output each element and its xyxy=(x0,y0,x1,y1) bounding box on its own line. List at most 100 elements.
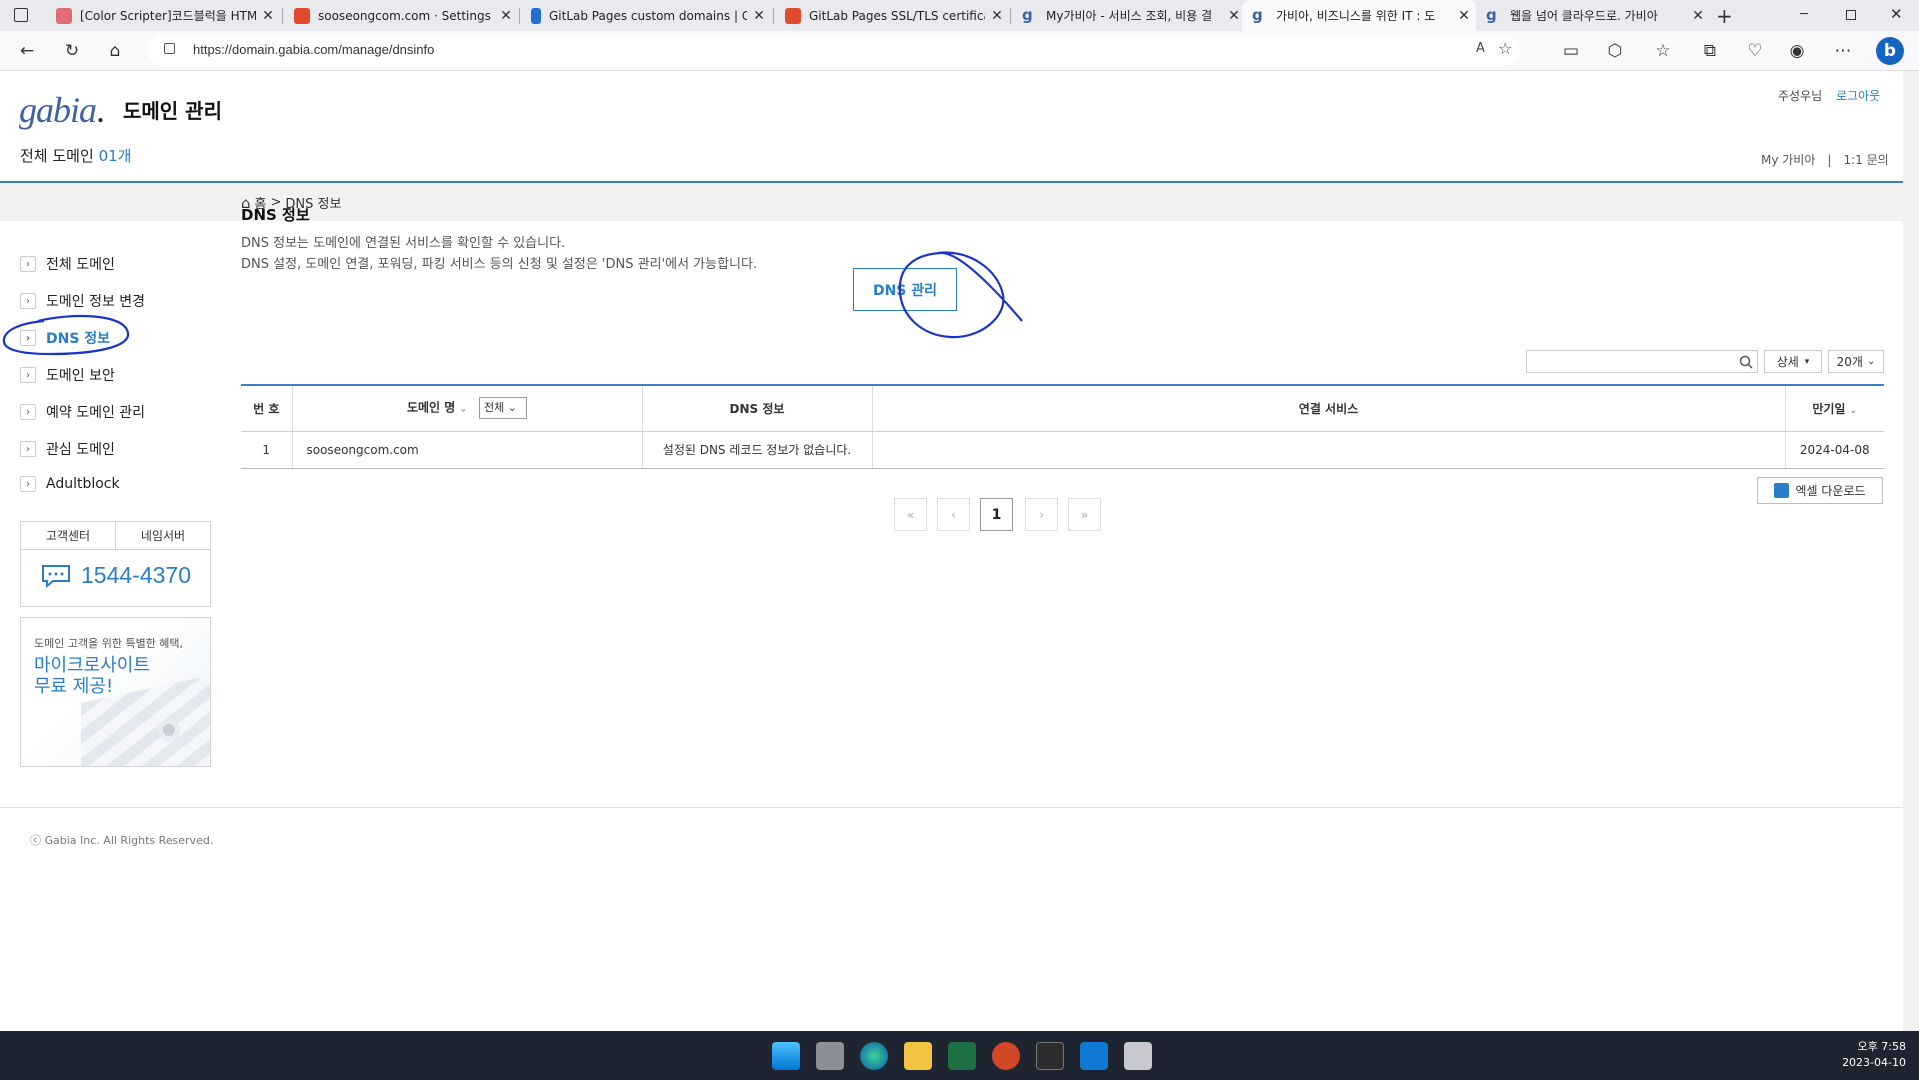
sidebar-item-adultblock[interactable]: › Adultblock xyxy=(20,476,120,492)
browser-tab-5[interactable]: g My가비아 - 서비스 조회, 비용 결 ✕ xyxy=(1012,0,1246,31)
tab-title: My가비아 - 서비스 조회, 비용 결 xyxy=(1046,9,1213,23)
inquiry-link[interactable]: 1:1 문의 xyxy=(1843,153,1888,167)
sidebar-item-domain-security[interactable]: › 도메인 보안 xyxy=(20,365,115,385)
last-page-button[interactable]: » xyxy=(1068,498,1101,531)
powerpoint-icon[interactable] xyxy=(992,1042,1020,1070)
browser-tab-2[interactable]: sooseongcom.com · Settings · 도 ✕ xyxy=(284,0,518,31)
browser-tab-1[interactable]: [Color Scripter]코드블럭을 HTML ✕ xyxy=(46,0,280,31)
close-tab-icon[interactable]: ✕ xyxy=(256,8,280,24)
row-linked-service xyxy=(871,431,1785,469)
extensions-icon[interactable]: ⬡ xyxy=(1602,38,1628,64)
annotation-circle-sidebar xyxy=(2,314,130,356)
total-domains: 전체 도메인 01개 xyxy=(20,145,131,166)
snipping-tool-icon[interactable] xyxy=(1124,1042,1152,1070)
tab-title: 웹을 넘어 클라우드로. 가비아 xyxy=(1510,9,1658,23)
terminal-icon[interactable] xyxy=(1036,1042,1064,1070)
excel-download-label: 엑셀 다운로드 xyxy=(1795,484,1866,498)
col-domain[interactable]: 도메인 명 ⌄ 전체 ⌄ xyxy=(291,384,642,432)
domain-filter-select[interactable]: 전체 ⌄ xyxy=(479,397,528,420)
edge-icon[interactable] xyxy=(860,1042,888,1070)
total-count[interactable]: 01개 xyxy=(99,147,132,165)
tab-title: sooseongcom.com · Settings · 도 xyxy=(318,9,494,23)
close-tab-icon[interactable]: ✕ xyxy=(985,8,1009,24)
file-explorer-icon[interactable] xyxy=(904,1042,932,1070)
sidebar-item-label: 예약 도메인 관리 xyxy=(46,405,146,421)
annotation-circle-dns-button xyxy=(898,251,1023,339)
new-tab-icon[interactable]: + xyxy=(1716,4,1733,28)
browser-tab-6-active[interactable]: g 가비아, 비즈니스를 위한 IT : 도 ✕ xyxy=(1242,0,1476,31)
logo-dot: . xyxy=(96,90,105,130)
search-button[interactable] xyxy=(1734,350,1758,373)
page-number-current[interactable]: 1 xyxy=(980,498,1013,531)
row-expiry: 2024-04-08 xyxy=(1784,431,1884,469)
disc-icon xyxy=(158,719,180,741)
address-bar[interactable]: https://domain.gabia.com/manage/dnsinfo … xyxy=(148,36,1520,66)
next-page-button[interactable]: › xyxy=(1025,498,1058,531)
collections-icon[interactable]: ▭ xyxy=(1558,38,1584,64)
detail-label: 상세 xyxy=(1776,355,1799,369)
gabia-logo[interactable]: gabia. xyxy=(19,89,105,131)
more-menu-icon[interactable]: ⋯ xyxy=(1830,38,1856,64)
minimize-icon[interactable]: ─ xyxy=(1800,7,1808,22)
task-view-icon[interactable] xyxy=(816,1042,844,1070)
col-expiry[interactable]: 만기일 ⌄ xyxy=(1784,384,1884,432)
table-row[interactable]: 1 sooseongcom.com 설정된 DNS 레코드 정보가 없습니다. … xyxy=(241,431,1884,469)
microsite-banner[interactable]: 도메인 고객을 위한 특별한 혜택, 마이크로사이트 무료 제공! xyxy=(20,617,211,767)
banner-line-2: 무료 제공! xyxy=(34,676,114,697)
browser-tab-7[interactable]: g 웹을 넘어 클라우드로. 가비아 ✕ xyxy=(1476,0,1710,31)
url-text: https://domain.gabia.com/manage/dnsinfo xyxy=(193,42,435,57)
vertical-scrollbar[interactable] xyxy=(1903,71,1919,1031)
chevron-down-icon: ⌄ xyxy=(1866,356,1876,367)
tab-customer-center[interactable]: 고객센터 xyxy=(21,522,115,549)
close-tab-icon[interactable]: ✕ xyxy=(1686,8,1710,24)
row-domain[interactable]: sooseongcom.com xyxy=(291,431,642,469)
row-dns-info: 설정된 DNS 레코드 정보가 없습니다. xyxy=(641,431,872,469)
back-icon[interactable]: ← xyxy=(14,38,40,64)
detail-dropdown[interactable]: 상세 ▾ xyxy=(1764,350,1822,373)
per-page-select[interactable]: 20개 ⌄ xyxy=(1828,350,1884,373)
user-name: 주성우님 xyxy=(1778,89,1823,103)
chevron-right-icon: › xyxy=(20,476,36,492)
tab-title: 가비아, 비즈니스를 위한 IT : 도 xyxy=(1276,9,1436,23)
browser-essentials-icon[interactable]: ♡ xyxy=(1742,38,1768,64)
tabs-collections-icon[interactable]: ⧉ xyxy=(1697,38,1723,64)
system-clock[interactable]: 오후 7:58 2023-04-10 xyxy=(1830,1039,1906,1071)
excel-icon[interactable] xyxy=(948,1042,976,1070)
logout-link[interactable]: 로그아웃 xyxy=(1836,87,1880,104)
restore-icon[interactable] xyxy=(1846,10,1856,20)
tab-title: GitLab Pages custom domains | G xyxy=(549,8,747,23)
sidebar-item-watch-domains[interactable]: › 관심 도메인 xyxy=(20,439,115,459)
close-tab-icon[interactable]: ✕ xyxy=(747,8,771,24)
home-icon[interactable]: ⌂ xyxy=(102,38,128,64)
my-gabia-link[interactable]: My 가비아 xyxy=(1761,153,1815,167)
browser-tab-4[interactable]: GitLab Pages SSL/TLS certificate ✕ xyxy=(775,0,1009,31)
sidebar-item-reserved-domains[interactable]: › 예약 도메인 관리 xyxy=(20,402,145,422)
sidebar-item-all-domains[interactable]: › 전체 도메인 xyxy=(20,254,115,274)
vscode-icon[interactable] xyxy=(1080,1042,1108,1070)
service-title: 도메인 관리 xyxy=(123,99,222,123)
first-page-button[interactable]: « xyxy=(894,498,927,531)
excel-download-button[interactable]: 엑셀 다운로드 xyxy=(1757,477,1883,504)
chevron-right-icon: › xyxy=(20,404,36,420)
bing-chat-icon[interactable]: b xyxy=(1876,37,1904,65)
search-input[interactable] xyxy=(1526,350,1758,373)
page-title: DNS 정보 xyxy=(241,206,310,224)
profile-icon[interactable]: ◉ xyxy=(1784,38,1810,64)
prev-page-button[interactable]: ‹ xyxy=(937,498,970,531)
read-aloud-icon[interactable]: A xyxy=(1476,41,1485,56)
copyright: ⓒ Gabia Inc. All Rights Reserved. xyxy=(30,834,214,847)
browser-tab-3[interactable]: GitLab Pages custom domains | G ✕ xyxy=(521,0,771,31)
sidebar-item-label: 관심 도메인 xyxy=(46,442,115,458)
close-tab-icon[interactable]: ✕ xyxy=(494,8,518,24)
footer-divider xyxy=(0,807,1903,808)
tab-actions-icon[interactable] xyxy=(14,8,28,22)
start-icon[interactable] xyxy=(772,1042,800,1070)
tab-nameserver[interactable]: 네임서버 xyxy=(115,522,210,549)
close-tab-icon[interactable]: ✕ xyxy=(1452,8,1476,24)
sidebar-item-domain-info-change[interactable]: › 도메인 정보 변경 xyxy=(20,291,145,311)
refresh-icon[interactable]: ↻ xyxy=(59,38,85,64)
col-domain-label: 도메인 명 xyxy=(406,400,456,415)
favorites-icon[interactable]: ☆ xyxy=(1650,38,1676,64)
favorite-star-icon[interactable]: ☆ xyxy=(1498,39,1512,58)
close-window-icon[interactable]: ✕ xyxy=(1890,5,1903,23)
